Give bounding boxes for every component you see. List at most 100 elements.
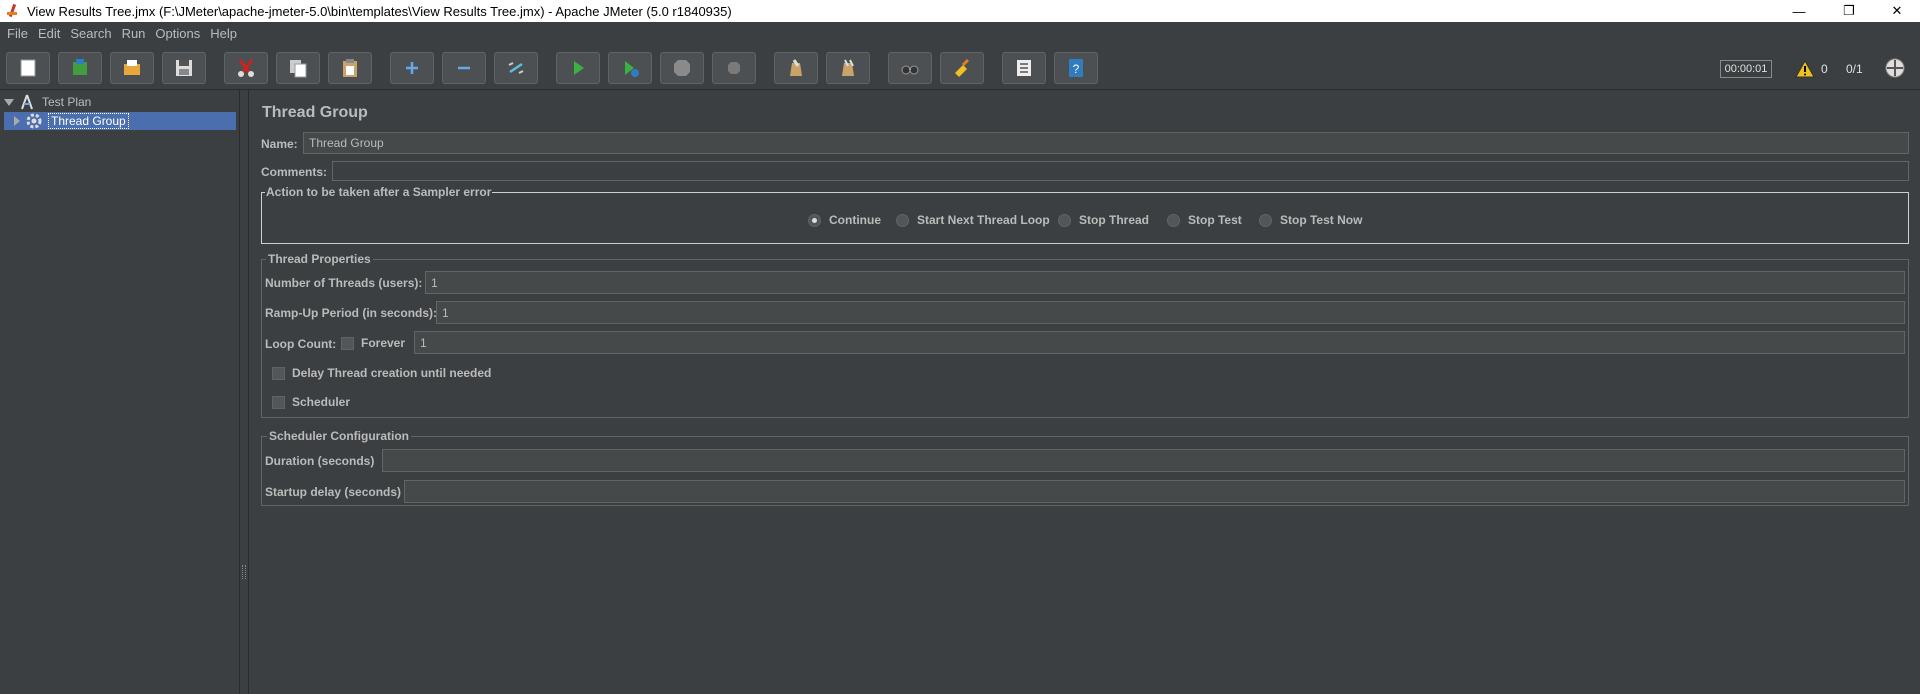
radio-stop-thread-label: Stop Thread <box>1079 213 1150 227</box>
radio-continue[interactable]: Continue <box>808 213 881 227</box>
menu-file[interactable]: File <box>2 26 33 41</box>
startup-delay-label: Startup delay (seconds) <box>265 485 402 499</box>
collapse-all-button[interactable] <box>442 52 486 84</box>
scheduler-label: Scheduler <box>292 395 351 409</box>
duration-field[interactable] <box>382 449 1905 472</box>
new-icon <box>20 59 36 77</box>
menu-help[interactable]: Help <box>205 26 242 41</box>
templates-button[interactable] <box>58 52 102 84</box>
threads-field[interactable]: 1 <box>425 271 1905 294</box>
splitter-grip[interactable] <box>242 565 246 579</box>
radio-stop-test[interactable]: Stop Test <box>1167 213 1242 227</box>
cut-icon <box>238 59 254 77</box>
rampup-field[interactable]: 1 <box>436 301 1905 324</box>
open-icon <box>124 60 140 75</box>
new-button[interactable] <box>6 52 50 84</box>
shutdown-button[interactable] <box>712 52 756 84</box>
test-plan-tree: Test Plan Thread Group <box>0 90 240 694</box>
active-threads: 0/1 <box>1846 62 1863 76</box>
restore-button[interactable]: ❐ <box>1826 0 1872 22</box>
name-field[interactable]: Thread Group <box>303 132 1909 154</box>
warning-icon[interactable] <box>1795 59 1815 79</box>
forever-label: Forever <box>361 336 406 350</box>
paste-icon <box>343 59 357 77</box>
radio-start-next-thread-loop-label: Start Next Thread Loop <box>917 213 1050 227</box>
tree-node-thread-group[interactable]: Thread Group <box>4 112 236 130</box>
name-label: Name: <box>261 137 298 151</box>
stop-button[interactable] <box>660 52 704 84</box>
remote-globe-icon[interactable] <box>1884 57 1906 79</box>
rampup-label: Ramp-Up Period (in seconds): <box>265 306 438 320</box>
start-icon <box>574 61 584 75</box>
close-button[interactable]: ✕ <box>1874 0 1920 22</box>
menu-edit[interactable]: Edit <box>33 26 65 41</box>
thread-group-panel: Thread Group Name: Thread Group Comments… <box>247 90 1920 694</box>
tree-label-thread-group: Thread Group <box>48 113 129 129</box>
start-button[interactable] <box>556 52 600 84</box>
startup-delay-field[interactable] <box>404 480 1905 503</box>
search-button[interactable] <box>888 52 932 84</box>
paste-button[interactable] <box>328 52 372 84</box>
scheduler-checkbox[interactable]: Scheduler <box>272 395 350 409</box>
menu-run[interactable]: Run <box>117 26 151 41</box>
search-icon <box>901 65 919 75</box>
toolbar: ? 00:00:01 0 0/1 <box>0 48 1920 90</box>
function-helper-icon <box>1017 60 1031 76</box>
checkbox-unchecked-icon <box>272 395 285 409</box>
clear-all-icon <box>842 59 854 76</box>
window-title: View Results Tree.jmx (F:\JMeter\apache-… <box>27 3 732 19</box>
forever-checkbox[interactable]: Forever <box>341 336 405 350</box>
scheduler-config-group: Scheduler Configuration Duration (second… <box>261 429 1909 506</box>
menu-search[interactable]: Search <box>65 26 116 41</box>
minimize-button[interactable]: — <box>1776 0 1822 22</box>
start-no-pauses-button[interactable] <box>608 52 652 84</box>
radio-stop-test-label: Stop Test <box>1188 213 1242 227</box>
tree-collapsed-icon[interactable] <box>14 116 20 126</box>
radio-selected-icon <box>808 213 821 227</box>
function-helper-button[interactable] <box>1002 52 1046 84</box>
radio-unselected-icon <box>896 213 909 227</box>
save-button[interactable] <box>162 52 206 84</box>
clear-icon <box>790 59 802 76</box>
toggle-icon <box>508 62 524 74</box>
test-plan-icon <box>21 94 33 110</box>
jmeter-app-icon <box>5 3 21 19</box>
checkbox-unchecked-icon <box>341 336 354 350</box>
tree-label-test-plan: Test Plan <box>42 95 92 109</box>
save-icon <box>176 60 192 76</box>
radio-stop-thread[interactable]: Stop Thread <box>1058 213 1149 227</box>
svg-text:?: ? <box>1073 62 1080 76</box>
thread-properties-group: Thread Properties Number of Threads (use… <box>261 252 1909 418</box>
delay-thread-creation-checkbox[interactable]: Delay Thread creation until needed <box>272 366 491 380</box>
open-button[interactable] <box>110 52 154 84</box>
reset-search-button[interactable] <box>940 52 984 84</box>
reset-search-icon <box>955 58 970 77</box>
radio-stop-test-now[interactable]: Stop Test Now <box>1259 213 1362 227</box>
warning-count: 0 <box>1821 62 1828 76</box>
expand-icon <box>406 62 418 74</box>
sampler-error-group: Action to be taken after a Sampler error… <box>261 185 1909 244</box>
help-icon: ? <box>1069 59 1083 77</box>
help-button[interactable]: ? <box>1054 52 1098 84</box>
radio-unselected-icon <box>1167 213 1180 227</box>
page-title: Thread Group <box>262 104 368 121</box>
tree-node-test-plan[interactable]: Test Plan <box>4 93 93 111</box>
cut-button[interactable] <box>224 52 268 84</box>
toggle-button[interactable] <box>494 52 538 84</box>
radio-start-next-thread-loop[interactable]: Start Next Thread Loop <box>896 213 1050 227</box>
copy-button[interactable] <box>276 52 320 84</box>
tree-expanded-icon[interactable] <box>4 98 14 106</box>
expand-all-button[interactable] <box>390 52 434 84</box>
loop-count-field[interactable]: 1 <box>414 331 1905 354</box>
stop-icon <box>674 60 690 76</box>
radio-unselected-icon <box>1259 213 1272 227</box>
clear-all-button[interactable] <box>826 52 870 84</box>
delay-thread-creation-label: Delay Thread creation until needed <box>292 366 492 380</box>
clear-button[interactable] <box>774 52 818 84</box>
comments-field[interactable] <box>332 161 1909 181</box>
elapsed-time: 00:00:01 <box>1720 60 1772 78</box>
menu-options[interactable]: Options <box>150 26 205 41</box>
loop-count-label: Loop Count: <box>265 337 337 351</box>
panel-content: Thread Group Name: Thread Group Comments… <box>248 90 1916 694</box>
scheduler-config-legend: Scheduler Configuration <box>267 429 412 443</box>
